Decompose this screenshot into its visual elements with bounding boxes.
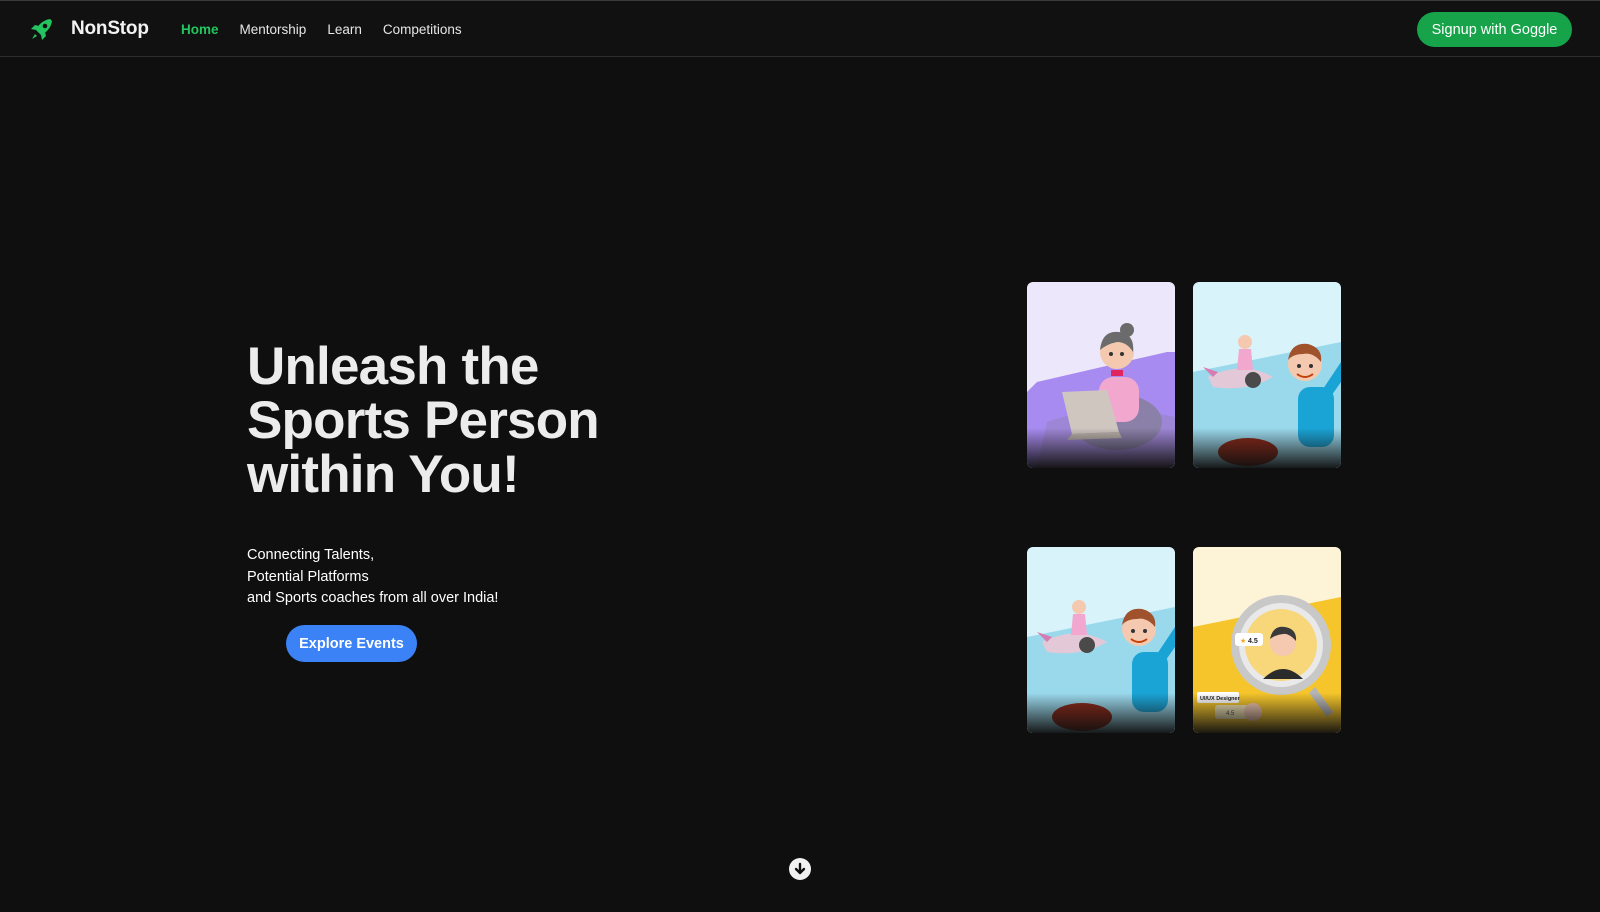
- brand-name[interactable]: NonStop: [71, 18, 149, 40]
- rating-label-secondary: 4.5: [1226, 711, 1235, 717]
- arrow-down-circle-icon[interactable]: [789, 858, 811, 880]
- woman-with-laptop-illustration: [1027, 282, 1175, 468]
- rating-label: 4.5: [1248, 638, 1258, 645]
- arrow-down-icon: [794, 862, 806, 875]
- nav-competitions[interactable]: Competitions: [383, 22, 462, 37]
- hero-subtitle: Connecting Talents, Potential Platforms …: [247, 545, 498, 610]
- hero-title-line: Unleash the: [247, 337, 539, 396]
- main-nav: Home Mentorship Learn Competitions: [181, 22, 483, 37]
- hero-subtitle-line: Potential Platforms: [247, 568, 369, 585]
- hero-title-line: within You!: [247, 445, 520, 504]
- illustration-card-woman-laptop: [1027, 282, 1175, 468]
- illustration-card-magnifier-profile: ★ 4.5 UI/UX Designer 4.5: [1193, 547, 1341, 733]
- hero-subtitle-line: Connecting Talents,: [247, 547, 375, 563]
- illustration-card-boy-rocket: [1193, 282, 1341, 468]
- hero-subtitle-line: and Sports coaches from all over India!: [247, 590, 499, 606]
- explore-events-button[interactable]: Explore Events: [286, 625, 417, 662]
- signup-button[interactable]: Signup with Goggle: [1417, 12, 1572, 47]
- hero-title: Unleash the Sports Person within You!: [247, 340, 767, 502]
- boy-with-rocket-illustration: [1193, 282, 1341, 468]
- nav-mentorship[interactable]: Mentorship: [240, 22, 307, 37]
- nav-home[interactable]: Home: [181, 22, 219, 37]
- illustration-card-boy-rocket: [1027, 547, 1175, 733]
- magnifier-profile-illustration: ★ 4.5 UI/UX Designer 4.5: [1193, 547, 1341, 733]
- svg-text:★: ★: [1240, 637, 1246, 645]
- hero-title-line: Sports Person: [247, 391, 600, 450]
- top-navbar: NonStop Home Mentorship Learn Competitio…: [0, 0, 1600, 57]
- role-label: UI/UX Designer: [1200, 696, 1241, 702]
- nav-learn[interactable]: Learn: [327, 22, 362, 37]
- rocket-icon[interactable]: [28, 15, 56, 43]
- boy-with-rocket-illustration: [1027, 547, 1175, 733]
